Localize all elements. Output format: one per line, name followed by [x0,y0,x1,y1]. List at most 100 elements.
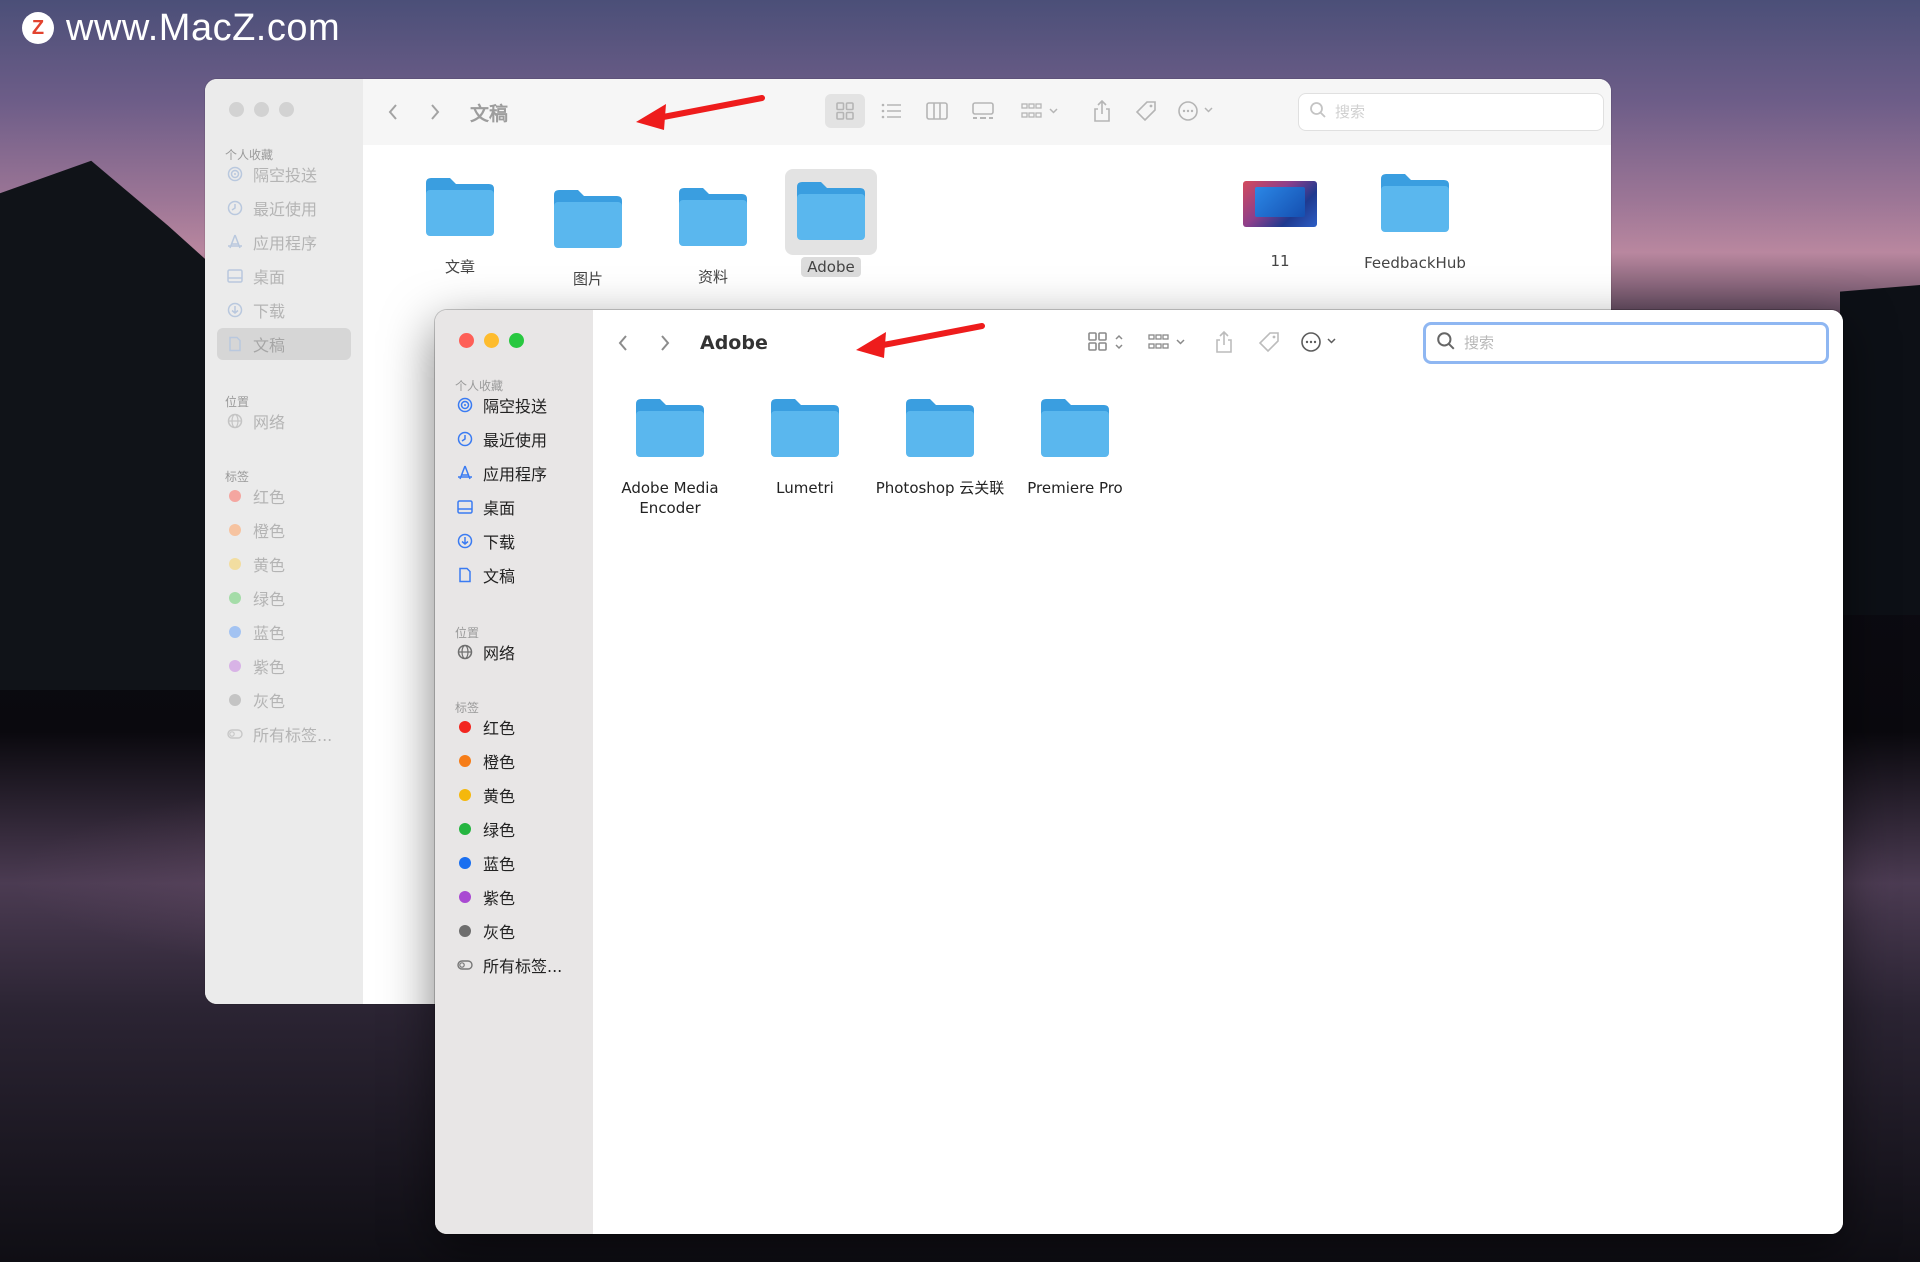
applications-icon [457,465,473,481]
sidebar-item-label: 下载 [483,533,516,552]
item-label: 11 [1270,252,1290,270]
sidebar-tag-orange[interactable]: 橙色 [447,745,581,777]
sidebar-tag-yellow[interactable]: 黄色 [217,548,351,580]
sidebar-tag-green[interactable]: 绿色 [447,813,581,845]
back-button[interactable] [380,97,406,127]
sidebar-item-desktop[interactable]: 桌面 [217,260,351,292]
sidebar-tag-blue[interactable]: 蓝色 [447,847,581,879]
group-button[interactable] [1018,94,1064,128]
sidebar-tag-purple[interactable]: 紫色 [447,881,581,913]
folder-icon [426,178,494,236]
download-icon [457,533,473,549]
sidebar-tag-orange[interactable]: 橙色 [217,514,351,546]
list-view-button[interactable] [873,94,909,128]
folder-item[interactable]: FeedbackHub [1350,165,1480,273]
sidebar-item-recents[interactable]: 最近使用 [217,192,351,224]
search-input[interactable] [1333,102,1597,122]
sidebar-item-label: 黄色 [483,787,516,806]
folder-item[interactable]: 资料 [648,179,778,287]
sidebar-all-tags[interactable]: 所有标签... [217,718,351,750]
tag-button[interactable] [1130,94,1162,128]
sidebar-item-label: 所有标签... [253,726,333,745]
tag-toggle-icon [457,957,473,973]
forward-button[interactable] [422,97,448,127]
folder-icon [771,399,839,457]
icon-view-button[interactable] [825,94,865,128]
search-input[interactable] [1462,333,1726,353]
tag-button[interactable] [1253,325,1285,359]
sidebar-item-documents[interactable]: 文稿 [447,559,581,591]
tag-dot [229,592,241,604]
sidebar-item-label: 所有标签... [483,957,563,976]
folder-icon [1041,399,1109,457]
tag-dot [459,721,471,733]
sidebar-tag-gray[interactable]: 灰色 [217,684,351,716]
folder-icon [1381,174,1449,232]
finder-window-adobe[interactable]: 个人收藏 隔空投送 最近使用 应用程序 桌面 下载 文稿 位置 网络 标签 红色… [435,310,1843,1234]
image-file-item[interactable]: 11 [1215,165,1345,271]
sidebar-item-applications[interactable]: 应用程序 [217,226,351,258]
gallery-view-button[interactable] [965,94,1001,128]
close-button[interactable] [229,102,244,117]
search-icon [1436,331,1456,355]
sidebar-tag-purple[interactable]: 紫色 [217,650,351,682]
sidebar-tag-green[interactable]: 绿色 [217,582,351,614]
globe-icon [457,644,473,660]
tag-toggle-icon [227,726,243,742]
sidebar-item-label: 蓝色 [483,855,516,874]
forward-button[interactable] [652,328,678,358]
sidebar-item-label: 灰色 [483,923,516,942]
folder-item[interactable]: Photoshop 云关联 [870,390,1010,498]
zoom-button[interactable] [279,102,294,117]
more-actions-button[interactable] [1298,325,1344,359]
search-field-focused[interactable] [1423,322,1829,364]
sidebar-item-airdrop[interactable]: 隔空投送 [217,158,351,190]
sidebar-item-airdrop[interactable]: 隔空投送 [447,389,581,421]
sidebar-item-downloads[interactable]: 下载 [447,525,581,557]
sidebar-tag-gray[interactable]: 灰色 [447,915,581,947]
group-button[interactable] [1145,325,1191,359]
sidebar-all-tags[interactable]: 所有标签... [447,949,581,981]
view-mode-button[interactable] [1085,325,1131,359]
sidebar-tag-blue[interactable]: 蓝色 [217,616,351,648]
column-view-button[interactable] [919,94,955,128]
item-label: Premiere Pro [1027,479,1123,497]
image-thumbnail [1243,181,1317,227]
minimize-button[interactable] [484,333,499,348]
folder-item[interactable]: 图片 [523,181,653,289]
folder-item[interactable]: Lumetri [740,390,870,498]
share-button[interactable] [1208,324,1240,360]
sidebar-item-label: 网络 [483,644,516,663]
sidebar-tag-yellow[interactable]: 黄色 [447,779,581,811]
sidebar-item-network[interactable]: 网络 [447,636,581,668]
sidebar-item-network[interactable]: 网络 [217,405,351,437]
tag-dot [459,891,471,903]
sidebar-item-label: 网络 [253,413,286,432]
minimize-button[interactable] [254,102,269,117]
search-field[interactable] [1298,93,1604,131]
back-button[interactable] [610,328,636,358]
sidebar-item-downloads[interactable]: 下载 [217,294,351,326]
folder-item[interactable]: 文章 [395,169,525,277]
sidebar-item-recents[interactable]: 最近使用 [447,423,581,455]
sidebar-item-applications[interactable]: 应用程序 [447,457,581,489]
folder-item[interactable]: Adobe Media Encoder [605,390,735,518]
close-button[interactable] [459,333,474,348]
zoom-button[interactable] [509,333,524,348]
sidebar-item-label: 下载 [253,302,286,321]
document-icon [227,336,243,352]
folder-item-selected[interactable]: Adobe [766,169,896,277]
tag-dot [459,823,471,835]
sidebar-item-label: 紫色 [483,889,516,908]
sidebar-item-label: 橙色 [483,753,516,772]
folder-item[interactable]: Premiere Pro [1010,390,1140,498]
sidebar-tag-red[interactable]: 红色 [217,480,351,512]
desktop-icon [227,268,243,284]
sidebar: 个人收藏 隔空投送 最近使用 应用程序 桌面 下载 文稿 位置 网络 标签 红色… [205,79,364,1004]
sidebar-tag-red[interactable]: 红色 [447,711,581,743]
sidebar-item-documents[interactable]: 文稿 [217,328,351,360]
sidebar-item-desktop[interactable]: 桌面 [447,491,581,523]
share-button[interactable] [1086,93,1118,129]
more-actions-button[interactable] [1175,94,1221,128]
item-label: FeedbackHub [1364,254,1466,272]
